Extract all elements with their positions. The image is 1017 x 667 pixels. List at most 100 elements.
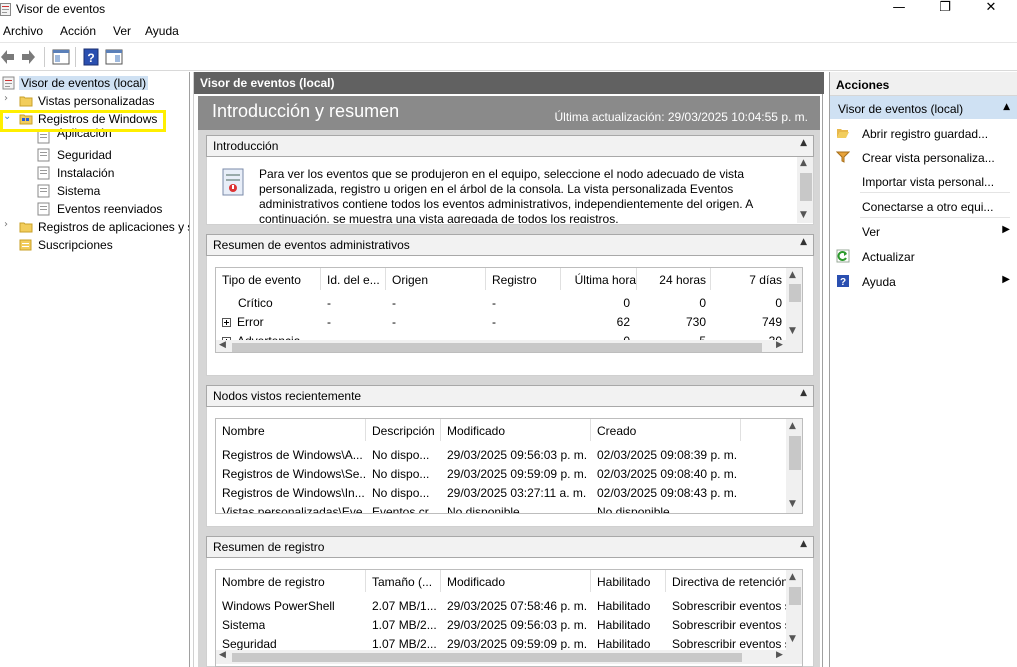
column-header[interactable]: Registro	[492, 268, 562, 290]
show-hide-tree-icon[interactable]	[52, 47, 70, 67]
column-header[interactable]: 24 horas	[636, 268, 706, 290]
column-header[interactable]: Directiva de retención	[672, 570, 787, 592]
action-label: Ver	[862, 225, 881, 239]
expand-plus-icon[interactable]	[222, 318, 231, 327]
table-cell[interactable]: Registros de Windows\A...	[222, 448, 367, 462]
back-arrow-icon[interactable]	[0, 47, 16, 67]
expand-chevron-icon[interactable]: ›	[4, 219, 16, 230]
table-cell[interactable]: Windows PowerShell	[222, 599, 335, 613]
action-label: Conectarse a otro equi...	[862, 200, 994, 214]
table-cell[interactable]: Seguridad	[222, 637, 277, 651]
tree-item-eventos-reenviados[interactable]: Eventos reenviados	[0, 200, 189, 218]
action-actualizar[interactable]: Actualizar	[830, 244, 1017, 268]
tree-item-registros-de-aplicaciones[interactable]: › Registros de aplicaciones y s	[0, 218, 189, 236]
menu-ver[interactable]: Ver	[113, 24, 131, 38]
menu-ayuda[interactable]: Ayuda	[145, 24, 179, 38]
tree-item-label: Eventos reenviados	[57, 202, 163, 216]
table-cell: 29/03/2025 03:27:11 a. m.	[447, 486, 587, 500]
tree-item-seguridad[interactable]: Seguridad	[0, 146, 189, 164]
table-cell[interactable]: Registros de Windows\In...	[222, 486, 367, 500]
admin-grid-hscrollbar[interactable]: ◀ ▶	[216, 340, 802, 352]
close-button[interactable]: ✕	[968, 0, 1014, 20]
column-header[interactable]: Descripción	[372, 419, 442, 441]
column-header[interactable]: Habilitado	[597, 570, 667, 592]
main-pane-body[interactable]: Introducción y resumen Última actualizac…	[198, 96, 820, 667]
tree-item-label: Suscripciones	[38, 238, 113, 252]
log-grid-hscrollbar[interactable]: ◀ ▶	[216, 650, 802, 664]
tree-item-label: Sistema	[57, 184, 101, 198]
log-icon	[37, 130, 50, 144]
tree-item-vistas-personalizadas[interactable]: › Vistas personalizadas	[0, 92, 189, 110]
action-conectarse[interactable]: Conectarse a otro equi...	[830, 194, 1017, 218]
tree-item-sistema[interactable]: Sistema	[0, 182, 189, 200]
table-cell: 1.07 MB/2...	[372, 637, 437, 651]
column-header[interactable]: Tamaño (...	[372, 570, 442, 592]
section-header-introduccion[interactable]: Introducción ▲	[206, 135, 814, 157]
collapse-triangle-icon[interactable]: ▲	[1003, 102, 1010, 112]
log-icon	[37, 184, 50, 198]
column-header[interactable]: Tipo de evento	[222, 268, 322, 290]
table-cell: 749	[761, 315, 782, 329]
tree-item-suscripciones[interactable]: Suscripciones	[0, 236, 189, 254]
tree-item-instalacion[interactable]: Instalación	[0, 164, 189, 182]
column-header[interactable]: 7 días	[710, 268, 782, 290]
log-grid-vscrollbar[interactable]: ▲ ▼	[786, 570, 802, 650]
recent-grid-vscrollbar[interactable]: ▲ ▼	[786, 419, 802, 513]
refresh-icon	[836, 249, 850, 263]
table-cell: 02/03/2025 09:08:43 p. m.	[597, 486, 738, 500]
action-ver[interactable]: Ver ▶	[830, 219, 1017, 243]
expand-chevron-icon[interactable]: ›	[4, 93, 16, 104]
toolbar: ?	[0, 42, 1017, 71]
folder-open-icon	[837, 129, 849, 138]
last-updated-text: Última actualización: 29/03/2025 10:04:5…	[554, 110, 809, 124]
show-hide-action-pane-icon[interactable]	[105, 47, 123, 67]
table-cell[interactable]: Registros de Windows\Se...	[222, 467, 367, 481]
subscriptions-icon	[19, 239, 32, 251]
forward-arrow-icon[interactable]	[20, 47, 38, 67]
section-header-nodos-recientes[interactable]: Nodos vistos recientemente ▲	[206, 385, 814, 407]
column-header[interactable]: Nombre de registro	[222, 570, 367, 592]
collapse-caret-icon[interactable]: ▲	[800, 388, 807, 398]
intro-scrollbar[interactable]: ▲ ▼	[797, 157, 813, 223]
column-header[interactable]: Id. del e...	[327, 268, 387, 290]
section-header-resumen-eventos[interactable]: Resumen de eventos administrativos ▲	[206, 234, 814, 256]
action-importar-vista[interactable]: Importar vista personal...	[830, 169, 1017, 193]
table-cell[interactable]: Crítico	[238, 296, 273, 310]
column-header[interactable]: Origen	[392, 268, 482, 290]
table-cell: -	[392, 296, 396, 310]
help-icon[interactable]: ?	[83, 47, 99, 67]
table-cell[interactable]: Sistema	[222, 618, 265, 632]
column-header[interactable]: Modificado	[447, 419, 592, 441]
toolbar-separator	[75, 47, 76, 67]
table-cell: No dispo...	[372, 486, 430, 500]
table-cell: -	[327, 315, 331, 329]
collapse-caret-icon[interactable]: ▲	[800, 237, 807, 247]
column-header[interactable]: Última hora	[566, 268, 636, 290]
maximize-button[interactable]: ❐	[922, 0, 968, 20]
column-header[interactable]: Modificado	[447, 570, 592, 592]
tree-root[interactable]: Visor de eventos (local)	[0, 74, 189, 92]
section-header-resumen-registro[interactable]: Resumen de registro ▲	[206, 536, 814, 558]
table-cell: -	[492, 296, 496, 310]
collapse-caret-icon[interactable]: ▲	[800, 539, 807, 549]
collapse-caret-icon[interactable]: ▲	[800, 138, 807, 148]
column-header[interactable]: Creado	[597, 419, 742, 441]
column-header[interactable]: Nombre	[222, 419, 367, 441]
window-title: Visor de eventos	[16, 2, 106, 16]
table-cell[interactable]: Vistas personalizadas\Eve...	[222, 505, 367, 513]
action-abrir-registro[interactable]: Abrir registro guardad...	[830, 121, 1017, 145]
menu-archivo[interactable]: Archivo	[3, 24, 43, 38]
action-label: Importar vista personal...	[862, 175, 995, 189]
table-cell: Sobrescribir eventos s	[672, 618, 787, 632]
table-row-expander[interactable]: Error	[222, 315, 264, 329]
action-crear-vista[interactable]: Crear vista personaliza...	[830, 145, 1017, 169]
actions-title: Acciones	[830, 72, 1017, 96]
actions-section-header[interactable]: Visor de eventos (local) ▲	[830, 96, 1017, 119]
help-icon: ?	[837, 275, 849, 288]
menu-accion[interactable]: Acción	[60, 24, 96, 38]
admin-grid-vscrollbar[interactable]: ▲ ▼	[786, 268, 802, 340]
minimize-button[interactable]: —	[876, 0, 922, 20]
table-cell: Habilitado	[597, 637, 651, 651]
submenu-arrow-icon: ▶	[1002, 274, 1010, 285]
action-ayuda[interactable]: ? Ayuda ▶	[830, 269, 1017, 293]
